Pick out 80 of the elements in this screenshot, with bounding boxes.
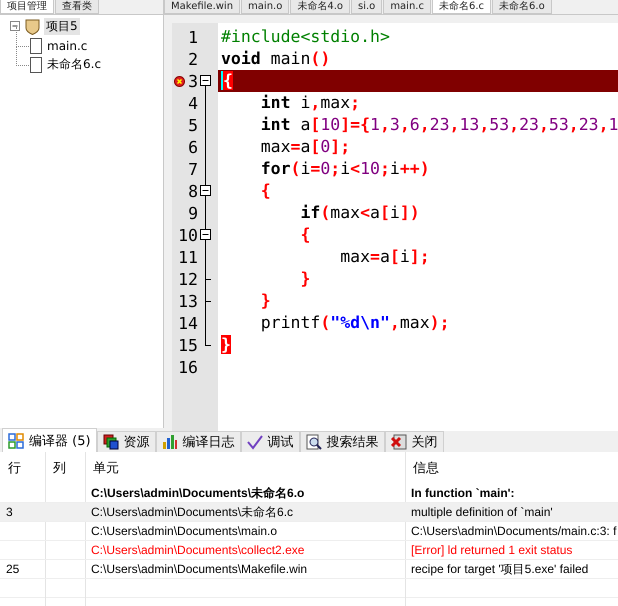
line-number: 2 <box>188 50 198 68</box>
code-line: for(i=0;i<10;i++) <box>260 158 431 180</box>
table-row[interactable]: 3 C:\Users\admin\Documents\未命名6.c multiple definition of `main' <box>0 503 618 522</box>
tab[interactable]: 项目管理 <box>0 0 54 14</box>
table-row[interactable]: C:\Users\admin\Documents\collect2.exe [Error] ld returned 1 exit status <box>0 541 618 560</box>
tab[interactable]: 未命名6.o <box>492 0 552 14</box>
file-icon <box>30 56 42 72</box>
table-cell-text: C:\Users\admin\Documents/main.c:3: f <box>410 523 618 540</box>
tab[interactable]: si.o <box>351 0 382 14</box>
code-line: } <box>260 290 272 312</box>
code-line: max=a[i]; <box>339 246 431 268</box>
check-icon <box>246 434 263 450</box>
tab[interactable]: 编译器 (5) <box>2 428 97 452</box>
column-header[interactable]: 信息 <box>405 452 618 484</box>
column-header[interactable]: 单元 <box>85 452 405 484</box>
line-number: 12 <box>178 270 198 288</box>
tab[interactable]: Makefile.win <box>164 0 240 14</box>
table-row[interactable]: C:\Users\admin\Documents\main.o C:\Users\admin\Documents/main.c:3: f <box>0 522 618 541</box>
table-cell-text: C:\Users\admin\Documents\collect2.exe <box>90 542 306 559</box>
table-row[interactable]: 25 C:\Users\admin\Documents\Makefile.win recipe for target '项目5.exe' failed <box>0 560 618 579</box>
tab[interactable]: 资源 <box>96 431 156 452</box>
table-cell-text: 3 <box>5 504 14 521</box>
line-number: 1 <box>188 28 198 46</box>
line-number: 9 <box>188 204 198 222</box>
code-line: if(max<a[i]) <box>299 202 421 224</box>
tab[interactable]: 未命名6.c <box>432 0 492 14</box>
code-line: #include<stdio.h> <box>220 26 391 48</box>
grid-icon <box>8 432 24 448</box>
column-header[interactable]: 列 <box>45 452 85 484</box>
line-number: 8 <box>188 182 198 200</box>
line-number: 3 <box>188 72 198 90</box>
collapse-icon[interactable] <box>200 229 211 240</box>
tree-item[interactable]: main.c <box>45 38 90 52</box>
column-header[interactable]: 行 <box>0 452 45 484</box>
line-number: 7 <box>188 160 198 178</box>
squares-icon <box>102 434 119 450</box>
code-line: int a[10]={1,3,6,23,13,53,23,53,23,1 <box>260 114 618 136</box>
project-icon <box>24 18 41 35</box>
tree-item[interactable]: 未命名6.c <box>45 56 104 73</box>
table-cell-text: C:\Users\admin\Documents\未命名6.o <box>90 484 306 502</box>
table-cell-text: C:\Users\admin\Documents\未命名6.c <box>90 504 294 520</box>
tab[interactable]: 关闭 <box>384 431 444 452</box>
line-number: 14 <box>178 314 198 332</box>
collapse-icon[interactable] <box>200 185 211 196</box>
line-number: 16 <box>178 358 198 376</box>
line-number: 10 <box>178 226 198 244</box>
tab[interactable]: 搜索结果 <box>300 431 385 452</box>
code-line: max=a[0]; <box>260 136 352 158</box>
tab[interactable]: 编译日志 <box>156 431 241 452</box>
table-cell-text: [Error] ld returned 1 exit status <box>410 542 574 559</box>
table-cell-text: multiple definition of `main' <box>410 504 554 521</box>
search-icon <box>306 434 322 450</box>
tab[interactable]: main.c <box>383 0 431 14</box>
collapse-icon[interactable] <box>10 21 21 32</box>
tab[interactable]: main.o <box>241 0 290 14</box>
table-cell-text: In function `main': <box>410 485 516 502</box>
line-number: 4 <box>188 94 198 112</box>
table-cell-text: C:\Users\admin\Documents\main.o <box>90 523 278 540</box>
table-cell-text: 25 <box>5 561 20 578</box>
code-line: { <box>299 224 312 246</box>
table-cell-text: C:\Users\admin\Documents\Makefile.win <box>90 561 308 578</box>
tab[interactable]: 查看类 <box>55 0 99 14</box>
line-number: 5 <box>188 116 198 134</box>
collapse-icon[interactable] <box>200 75 211 86</box>
code-line: } <box>299 268 312 290</box>
close-icon <box>390 434 407 450</box>
line-number: 6 <box>188 138 198 156</box>
code-line: int i,max; <box>260 92 362 114</box>
line-number: 13 <box>178 292 198 310</box>
line-number: 11 <box>178 248 198 266</box>
code-line: void main() <box>220 48 332 70</box>
table-cell-text: recipe for target '项目5.exe' failed <box>410 560 590 578</box>
code-line: { <box>260 180 272 202</box>
line-number: 15 <box>178 336 198 354</box>
code-line: printf("%d\n",max); <box>260 312 451 334</box>
bar-chart-icon <box>162 434 178 450</box>
tab[interactable]: 未命名4.o <box>290 0 350 14</box>
tab[interactable]: 调试 <box>240 431 300 452</box>
tree-item[interactable]: 项目5 <box>44 18 80 35</box>
file-icon <box>30 38 42 54</box>
